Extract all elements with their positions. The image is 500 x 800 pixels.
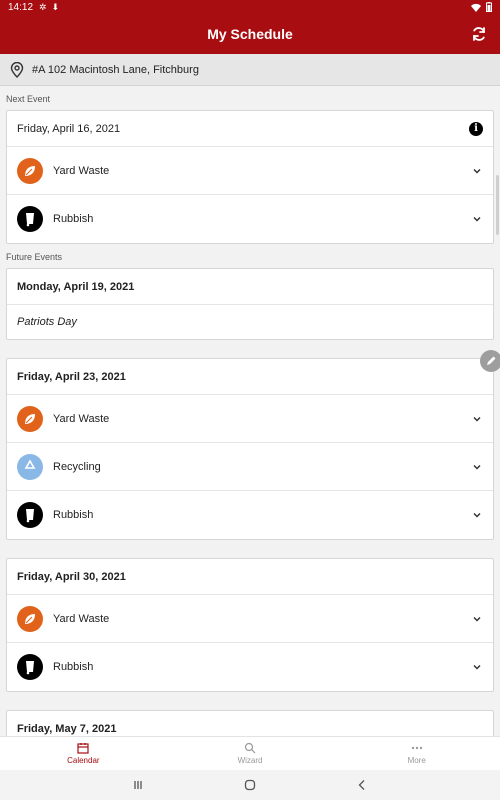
future-events-label: Future Events [6,252,63,262]
scrollbar[interactable] [496,175,499,235]
chevron-down-icon[interactable] [471,213,483,225]
pickup-label: Recycling [53,460,101,473]
event-card: Friday, April 30, 2021 Yard Waste Rubbis… [6,558,494,692]
leaf-icon [17,605,43,632]
system-nav-bar [0,770,500,800]
event-date: Monday, April 19, 2021 [17,280,135,293]
app-bar: My Schedule [0,14,500,54]
recent-apps-icon[interactable] [132,779,144,791]
tab-wizard[interactable]: Wizard [167,737,334,770]
leaf-icon [17,157,43,184]
event-date-header: Friday, April 16, 2021 i [7,111,493,147]
chevron-down-icon[interactable] [471,413,483,425]
calendar-icon [77,743,89,754]
pickup-label: Rubbish [53,661,94,673]
back-icon[interactable] [356,779,368,791]
pickup-row-yard-waste[interactable]: Yard Waste [7,595,493,643]
event-card: Friday, May 7, 2021 [6,710,494,736]
event-date-header: Friday, April 30, 2021 [7,559,493,595]
tab-label: Wizard [237,756,263,765]
next-event-label: Next Event [6,94,51,104]
event-date-header: Monday, April 19, 2021 [7,269,493,305]
event-card: Friday, April 16, 2021 i Yard Waste Rubb… [6,110,494,244]
trash-bin-icon [17,654,43,680]
chevron-down-icon[interactable] [471,461,483,473]
page-title: My Schedule [207,26,293,42]
event-card: Friday, April 23, 2021 Yard Waste Recycl… [6,358,494,540]
event-date: Friday, April 30, 2021 [17,570,126,583]
wifi-icon [471,3,481,12]
event-date-header: Friday, April 23, 2021 [7,359,493,395]
event-card: Monday, April 19, 2021 Patriots Day [6,268,494,340]
trash-bin-icon [17,502,43,528]
event-date: Friday, April 16, 2021 [17,122,121,135]
status-bar: 14:12 ✲ ⬇ [0,0,500,14]
pickup-label: Yard Waste [53,412,110,425]
schedule-list[interactable]: Next Event Friday, April 16, 2021 i Yard… [0,86,500,736]
more-dots-icon [411,746,422,750]
chevron-down-icon[interactable] [471,509,483,521]
pickup-label: Rubbish [53,509,94,521]
pickup-label: Yard Waste [53,164,110,177]
home-icon[interactable] [244,779,256,791]
pickup-row-rubbish[interactable]: Rubbish [7,195,493,243]
edit-button[interactable] [480,350,500,372]
chevron-down-icon[interactable] [471,165,483,177]
pickup-row-rubbish[interactable]: Rubbish [7,643,493,691]
tab-calendar[interactable]: Calendar [0,737,167,770]
wizard-search-icon [244,742,256,754]
status-time: 14:12 [8,1,34,13]
pickup-label: Rubbish [53,213,94,225]
address-text: #A 102 Macintosh Lane, Fitchburg [32,63,199,76]
tab-more[interactable]: More [333,737,500,770]
battery-icon [486,2,492,12]
info-icon[interactable]: i [469,121,483,136]
address-bar[interactable]: #A 102 Macintosh Lane, Fitchburg [0,54,500,86]
chevron-down-icon[interactable] [471,661,483,673]
pickup-row-rubbish[interactable]: Rubbish [7,491,493,539]
download-icon: ⬇ [51,1,60,12]
pickup-row-recycling[interactable]: Recycling [7,443,493,491]
event-date: Friday, May 7, 2021 [17,722,117,735]
pickup-row-yard-waste[interactable]: Yard Waste [7,395,493,443]
location-pin-icon [10,61,24,78]
pickup-row-yard-waste[interactable]: Yard Waste [7,147,493,195]
event-date: Friday, April 23, 2021 [17,370,126,383]
trash-bin-icon [17,206,43,232]
refresh-icon [473,27,485,41]
settings-gear-icon: ✲ [39,1,47,12]
recycle-icon [17,453,43,480]
refresh-button[interactable] [468,23,490,45]
pencil-icon [487,356,496,365]
tab-label: More [407,756,426,765]
bottom-nav: Calendar Wizard More [0,736,500,770]
event-date-header: Friday, May 7, 2021 [7,711,493,736]
leaf-icon [17,405,43,432]
tab-label: Calendar [67,756,100,765]
pickup-label: Yard Waste [53,612,110,625]
holiday-note: Patriots Day [17,316,77,328]
chevron-down-icon[interactable] [471,613,483,625]
